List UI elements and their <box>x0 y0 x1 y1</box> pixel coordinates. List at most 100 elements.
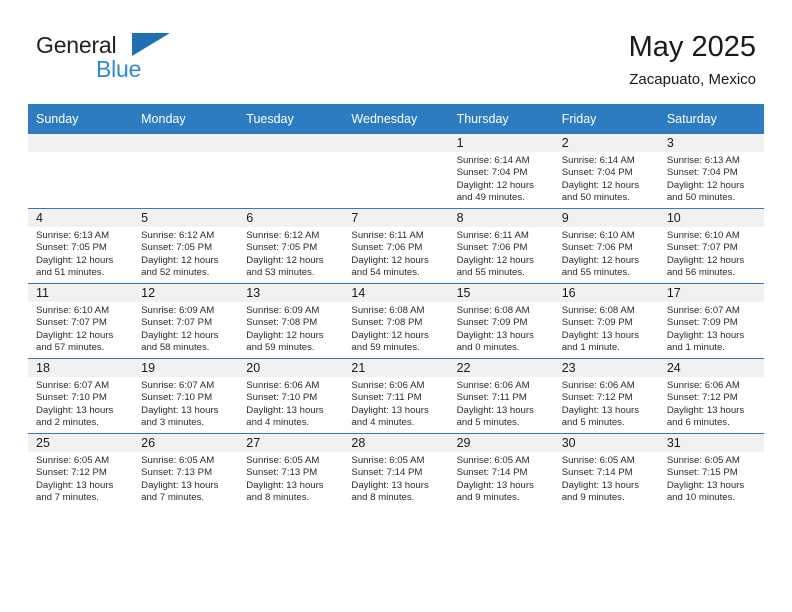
calendar-day-cell[interactable]: 28 Sunrise: 6:05 AM Sunset: 7:14 PM Dayligh… <box>343 433 449 508</box>
sunset-text: Sunset: 7:10 PM <box>141 392 213 404</box>
sunset-text: Sunset: 7:12 PM <box>666 392 738 404</box>
calendar-day-cell[interactable]: 21 Sunrise: 6:06 AM Sunset: 7:11 PM Dayligh… <box>343 358 449 434</box>
sunrise-text: Sunrise: 6:11 AM <box>351 230 424 241</box>
sunrise-text: Sunrise: 6:08 AM <box>561 305 635 316</box>
day-number: 8 <box>448 209 554 227</box>
calendar-day-cell[interactable]: 13 Sunrise: 6:09 AM Sunset: 7:08 PM Dayligh… <box>238 283 344 359</box>
calendar-day-cell[interactable]: 29 Sunrise: 6:05 AM Sunset: 7:14 PM Dayligh… <box>448 433 554 508</box>
daylight-text-line1: Daylight: 13 hours <box>351 479 429 491</box>
daylight-text-line1: Daylight: 12 hours <box>351 254 429 266</box>
calendar-day-cell[interactable]: 19 Sunrise: 6:07 AM Sunset: 7:10 PM Dayligh… <box>133 358 239 434</box>
daylight-text-line2: and 0 minutes. <box>456 342 520 354</box>
weekday-header-sunday: Sunday <box>28 104 134 134</box>
day-number: 24 <box>658 359 764 377</box>
calendar-day-cell[interactable]: 4 Sunrise: 6:13 AM Sunset: 7:05 PM Daylight… <box>28 208 134 284</box>
calendar-day-cell[interactable]: 1 Sunrise: 6:14 AM Sunset: 7:04 PM Daylight… <box>448 134 554 209</box>
calendar-day-cell[interactable]: 17 Sunrise: 6:07 AM Sunset: 7:09 PM Dayligh… <box>658 283 764 359</box>
daylight-text-line1: Daylight: 13 hours <box>561 479 640 491</box>
calendar-day-cell[interactable]: 10 Sunrise: 6:10 AM Sunset: 7:07 PM Dayligh… <box>658 208 764 284</box>
day-details: Sunrise: 6:10 AM Sunset: 7:07 PM Daylight:… <box>28 302 133 355</box>
day-details: Sunrise: 6:08 AM Sunset: 7:09 PM Daylight:… <box>554 302 659 355</box>
daylight-text-line1: Daylight: 12 hours <box>456 179 534 191</box>
calendar-day-cell[interactable]: 31 Sunrise: 6:05 AM Sunset: 7:15 PM Dayligh… <box>658 433 764 508</box>
daylight-text-line1: Daylight: 12 hours <box>561 179 640 191</box>
daylight-text-line2: and 52 minutes. <box>141 267 210 279</box>
calendar-day-cell[interactable]: 18 Sunrise: 6:07 AM Sunset: 7:10 PM Dayligh… <box>28 358 134 434</box>
daylight-text-line2: and 8 minutes. <box>351 492 415 504</box>
daylight-text-line1: Daylight: 13 hours <box>456 404 534 416</box>
day-details: Sunrise: 6:14 AM Sunset: 7:04 PM Daylight:… <box>449 152 554 205</box>
sunrise-text: Sunrise: 6:06 AM <box>246 380 320 391</box>
day-details: Sunrise: 6:05 AM Sunset: 7:14 PM Daylight:… <box>449 452 554 505</box>
day-details: Sunrise: 6:12 AM Sunset: 7:05 PM Daylight:… <box>133 227 238 280</box>
weekday-header-tuesday: Tuesday <box>238 104 344 134</box>
calendar-day-cell[interactable]: 15 Sunrise: 6:08 AM Sunset: 7:09 PM Dayligh… <box>448 283 554 359</box>
sunrise-text: Sunrise: 6:09 AM <box>141 305 215 316</box>
calendar-day-cell[interactable]: 3 Sunrise: 6:13 AM Sunset: 7:04 PM Daylight… <box>658 134 764 209</box>
daylight-text-line2: and 57 minutes. <box>36 342 105 354</box>
sunrise-text: Sunrise: 6:10 AM <box>561 230 635 241</box>
calendar-day-cell[interactable]: 2 Sunrise: 6:14 AM Sunset: 7:04 PM Daylight… <box>553 134 659 209</box>
calendar-day-cell[interactable]: 9 Sunrise: 6:10 AM Sunset: 7:06 PM Daylight… <box>553 208 659 284</box>
calendar-day-cell[interactable]: 7 Sunrise: 6:11 AM Sunset: 7:06 PM Daylight… <box>343 208 449 284</box>
day-number: 9 <box>553 209 659 227</box>
daylight-text-line2: and 1 minute. <box>666 342 725 354</box>
sunset-text: Sunset: 7:11 PM <box>456 392 527 404</box>
day-number: 13 <box>238 284 344 302</box>
day-number: 27 <box>238 434 344 452</box>
weekday-header: Sunday Monday Tuesday Wednesday Thursday… <box>28 104 764 134</box>
logo-text-blue: Blue <box>96 56 142 82</box>
day-number: 26 <box>133 434 239 452</box>
sunrise-text: Sunrise: 6:06 AM <box>561 380 635 391</box>
sunset-text: Sunset: 7:09 PM <box>561 317 633 329</box>
sunrise-text: Sunrise: 6:14 AM <box>456 155 530 166</box>
daylight-text-line2: and 7 minutes. <box>141 492 205 504</box>
daylight-text-line1: Daylight: 12 hours <box>141 254 219 266</box>
calendar-day-cell[interactable]: 8 Sunrise: 6:11 AM Sunset: 7:06 PM Daylight… <box>448 208 554 284</box>
calendar-day-cell[interactable]: 12 Sunrise: 6:09 AM Sunset: 7:07 PM Dayligh… <box>133 283 239 359</box>
calendar-week-row: 4 Sunrise: 6:13 AM Sunset: 7:05 PM Daylight… <box>28 208 764 284</box>
calendar-day-cell[interactable]: 23 Sunrise: 6:06 AM Sunset: 7:12 PM Dayligh… <box>553 358 659 434</box>
calendar-day-cell[interactable]: 25 Sunrise: 6:05 AM Sunset: 7:12 PM Dayligh… <box>28 433 134 508</box>
day-number: 15 <box>448 284 554 302</box>
calendar-day-cell[interactable]: 11 Sunrise: 6:10 AM Sunset: 7:07 PM Dayligh… <box>28 283 134 359</box>
day-details: Sunrise: 6:06 AM Sunset: 7:11 PM Daylight:… <box>449 377 554 430</box>
day-number: 1 <box>448 134 554 152</box>
calendar-day-cell[interactable]: 26 Sunrise: 6:05 AM Sunset: 7:13 PM Dayligh… <box>133 433 239 508</box>
weekday-header-friday: Friday <box>553 104 659 134</box>
calendar-day-cell[interactable]: 16 Sunrise: 6:08 AM Sunset: 7:09 PM Dayligh… <box>553 283 659 359</box>
day-number <box>238 134 344 152</box>
calendar-day-cell-empty <box>133 134 239 209</box>
calendar-day-cell[interactable]: 6 Sunrise: 6:12 AM Sunset: 7:05 PM Daylight… <box>238 208 344 284</box>
day-details: Sunrise: 6:06 AM Sunset: 7:12 PM Daylight:… <box>659 377 764 430</box>
sunrise-text: Sunrise: 6:05 AM <box>351 455 425 466</box>
daylight-text-line2: and 4 minutes. <box>351 417 415 429</box>
day-number: 22 <box>448 359 554 377</box>
day-details: Sunrise: 6:13 AM Sunset: 7:05 PM Daylight:… <box>28 227 133 280</box>
day-number: 20 <box>238 359 344 377</box>
calendar-day-cell[interactable]: 5 Sunrise: 6:12 AM Sunset: 7:05 PM Daylight… <box>133 208 239 284</box>
daylight-text-line1: Daylight: 12 hours <box>246 329 324 341</box>
daylight-text-line1: Daylight: 12 hours <box>36 254 114 266</box>
daylight-text-line2: and 1 minute. <box>561 342 620 354</box>
day-details: Sunrise: 6:06 AM Sunset: 7:12 PM Daylight:… <box>554 377 659 430</box>
calendar-day-cell[interactable]: 24 Sunrise: 6:06 AM Sunset: 7:12 PM Dayligh… <box>658 358 764 434</box>
day-details: Sunrise: 6:08 AM Sunset: 7:09 PM Daylight:… <box>449 302 554 355</box>
calendar-day-cell[interactable]: 14 Sunrise: 6:08 AM Sunset: 7:08 PM Dayligh… <box>343 283 449 359</box>
daylight-text-line2: and 5 minutes. <box>561 417 625 429</box>
daylight-text-line1: Daylight: 13 hours <box>666 329 745 341</box>
sunrise-text: Sunrise: 6:13 AM <box>666 155 740 166</box>
sunset-text: Sunset: 7:07 PM <box>141 317 213 329</box>
daylight-text-line2: and 58 minutes. <box>141 342 210 354</box>
day-details: Sunrise: 6:05 AM Sunset: 7:13 PM Daylight:… <box>133 452 238 505</box>
calendar-day-cell[interactable]: 20 Sunrise: 6:06 AM Sunset: 7:10 PM Dayligh… <box>238 358 344 434</box>
calendar-day-cell[interactable]: 30 Sunrise: 6:05 AM Sunset: 7:14 PM Dayligh… <box>553 433 659 508</box>
day-details: Sunrise: 6:07 AM Sunset: 7:10 PM Daylight:… <box>28 377 133 430</box>
daylight-text-line2: and 50 minutes. <box>561 192 630 204</box>
calendar-day-cell[interactable]: 27 Sunrise: 6:05 AM Sunset: 7:13 PM Dayligh… <box>238 433 344 508</box>
calendar-week-row: 1 Sunrise: 6:14 AM Sunset: 7:04 PM Daylight… <box>28 134 764 209</box>
logo-general-blue[interactable]: General Blue <box>36 32 236 88</box>
calendar-day-cell[interactable]: 22 Sunrise: 6:06 AM Sunset: 7:11 PM Dayligh… <box>448 358 554 434</box>
day-number: 11 <box>28 284 134 302</box>
sunrise-text: Sunrise: 6:07 AM <box>666 305 740 316</box>
